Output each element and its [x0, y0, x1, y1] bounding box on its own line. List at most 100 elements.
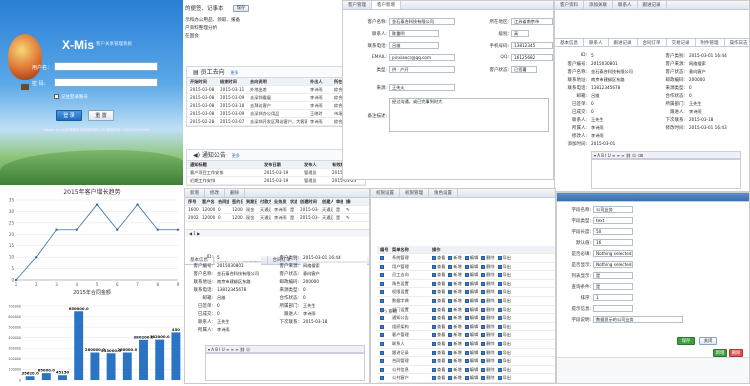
list-detail-right-value[interactable]: 李诗雨 — [301, 311, 367, 317]
perm-tab-2[interactable]: 角色设置 — [429, 189, 458, 197]
perm-op-checkbox[interactable] — [497, 367, 502, 372]
staff-row[interactable]: 2015-03-082015-03-11外地出差李诗雨综合办公室 — [187, 86, 365, 94]
staff-row[interactable]: 2015-03-082015-03-09去深圳看展李诗雨综合办公室 — [187, 94, 365, 102]
perm-op-checkbox[interactable] — [448, 307, 453, 312]
list-detail-right-value[interactable]: 网络搜索 — [301, 263, 367, 269]
perm-row[interactable]: 员工去向 查看 新增 编辑 删除 导出 — [377, 271, 555, 280]
perm-op-checkbox[interactable] — [464, 281, 469, 286]
perm-op-checkbox[interactable] — [497, 350, 502, 355]
list-row[interactable]: 2002612000012000现金天通汇李诗雨是2015-03-12天通汇是✎ — [185, 214, 369, 222]
perm-tab-0[interactable]: 权限设置 — [371, 189, 400, 197]
perm-op-checkbox[interactable] — [497, 298, 502, 303]
list-detail-value[interactable]: 5 — [215, 255, 261, 261]
list-detail-right-value[interactable]: 0 — [301, 287, 367, 293]
subtab-1[interactable]: 联系人 — [584, 39, 609, 46]
type-select[interactable]: 供 · 户开 — [389, 66, 455, 73]
perm-row-checkbox[interactable] — [380, 281, 384, 286]
perm-row[interactable]: 合同管理 查看 新增 编辑 删除 导出 — [377, 357, 555, 366]
perm-op-checkbox[interactable] — [432, 298, 436, 303]
perm-op-checkbox[interactable] — [432, 350, 436, 355]
perm-op-checkbox[interactable] — [432, 264, 436, 269]
password-input[interactable] — [54, 78, 158, 87]
perm-op-checkbox[interactable] — [448, 324, 453, 329]
list-detail-value[interactable]: 吕维 — [215, 295, 261, 301]
perm-cell-check[interactable] — [377, 349, 389, 357]
detail-field-value[interactable]: 2015-03-01 — [589, 141, 639, 147]
perm-op-checkbox[interactable] — [448, 256, 453, 260]
footer-delete-button[interactable]: 删除 — [729, 349, 743, 357]
perm-row[interactable]: 数据字典 查看 新增 编辑 删除 导出 — [377, 297, 555, 306]
reset-button[interactable]: 重 置 — [88, 110, 114, 121]
detail-field-value[interactable]: 吕维 — [589, 93, 639, 99]
detail-right-value[interactable]: 200000 — [687, 77, 747, 83]
field-save-button[interactable]: 保存 — [677, 337, 695, 345]
perm-row[interactable]: 客户管理 查看 新增 编辑 删除 导出 — [377, 331, 555, 340]
form2-input[interactable]: Nothing selected — [593, 250, 633, 257]
list-detail-value[interactable]: 王先生 — [215, 319, 261, 325]
perm-op-checkbox[interactable] — [481, 367, 486, 372]
perm-row[interactable]: 系统管理 查看 新增 编辑 删除 导出 — [377, 254, 555, 263]
list-detail-value[interactable]: 0 — [215, 303, 261, 309]
tab-detail-1[interactable]: 添加关联 — [584, 1, 613, 9]
email-input[interactable]: pinxiaocr@qq.com — [389, 54, 455, 61]
field-close-button[interactable]: 关闭 — [699, 337, 717, 345]
perm-row[interactable]: 公共信息 查看 新增 编辑 删除 导出 — [377, 366, 555, 375]
perm-row-checkbox[interactable] — [380, 316, 384, 321]
contact-input[interactable]: 陈重明 — [389, 30, 439, 37]
list-detail-value[interactable]: 南京市建邺区东路 — [215, 279, 261, 285]
remember-checkbox[interactable] — [54, 94, 59, 99]
perm-op-checkbox[interactable] — [432, 281, 436, 286]
form2-input[interactable]: 数据显示的公司业务 — [593, 316, 683, 323]
perm-row-checkbox[interactable] — [380, 290, 384, 295]
staff-row[interactable]: 2015-03-08 2015-03-09 去深圳办公用品 王晓玲 市场部 — [187, 110, 365, 118]
detail-right-value[interactable]: 0 — [687, 85, 747, 91]
perm-op-checkbox[interactable] — [464, 350, 469, 355]
login-button[interactable]: 登 录 — [56, 110, 82, 121]
form2-input[interactable]: text — [593, 217, 633, 224]
detail-field-value[interactable]: 0 — [589, 109, 639, 115]
perm-op-checkbox[interactable] — [481, 256, 486, 260]
staff-more-link[interactable]: 更多 — [231, 70, 239, 75]
perm-op-checkbox[interactable] — [448, 350, 453, 355]
list-detail-value[interactable]: 李诗雨 — [215, 327, 261, 333]
perm-cell-check[interactable] — [377, 366, 389, 374]
list-row[interactable]: 1600012000012000现金天通汇李诗雨是2015-03-16天通汇是✎ — [185, 206, 369, 214]
detail-right-value[interactable]: 2015-03-01 16:43 — [687, 125, 747, 131]
detail-field-value[interactable]: 13812345678 — [589, 85, 639, 91]
detail-field-value[interactable]: 0 — [589, 101, 639, 107]
list-detail-right-value[interactable]: 王先生 — [301, 303, 367, 309]
perm-op-checkbox[interactable] — [432, 307, 436, 312]
perm-op-checkbox[interactable] — [448, 341, 453, 346]
tab-detail-3[interactable]: 跟进记录 — [638, 1, 667, 9]
detail-right-value[interactable]: 李诗雨 — [687, 109, 747, 115]
perm-row-checkbox[interactable] — [380, 333, 384, 338]
perm-op-checkbox[interactable] — [481, 324, 486, 329]
perm-row[interactable]: 组织架构 查看 新增 编辑 删除 导出 — [377, 323, 555, 332]
perm-row-checkbox[interactable] — [380, 256, 384, 260]
list-edit-button[interactable]: 修改 — [205, 189, 225, 197]
remark-textarea[interactable]: 经过沟通，或已完事到时大 — [389, 98, 549, 132]
username-input[interactable] — [54, 62, 158, 71]
perm-cell-check[interactable] — [377, 263, 389, 271]
subtab-2[interactable]: 跟进记录 — [609, 39, 638, 46]
perm-op-checkbox[interactable] — [481, 307, 486, 312]
subtab-3[interactable]: 合同订单 — [638, 39, 667, 46]
list-delete-button[interactable]: 删除 — [225, 189, 245, 197]
list-add-button[interactable]: 新增 — [185, 189, 205, 197]
perm-op-checkbox[interactable] — [432, 316, 436, 321]
subtab-0[interactable]: 基本信息 — [555, 39, 584, 46]
detail-right-value[interactable]: 0 — [687, 93, 747, 99]
perm-row-checkbox[interactable] — [380, 350, 384, 355]
perm-op-checkbox[interactable] — [497, 307, 502, 312]
staff-row[interactable]: 2015-02-28 2015-03-07 去深圳开发区拜访客户，大客客需求确认与报… — [187, 118, 365, 126]
note-save-button[interactable]: 保存 — [233, 5, 249, 12]
perm-tab-1[interactable]: 权限管理 — [400, 189, 429, 197]
perm-cell-check[interactable] — [377, 271, 389, 279]
perm-op-checkbox[interactable] — [448, 316, 453, 321]
staff-row[interactable]: 2015-03-082015-03-18去拜访客户李诗雨综合办公室 — [187, 102, 365, 110]
detail-field-value[interactable]: 王先生 — [589, 117, 639, 123]
perm-row[interactable]: 用户管理 查看 新增 编辑 删除 导出 — [377, 263, 555, 272]
perm-row[interactable]: 通知公告 查看 新增 编辑 删除 导出 — [377, 314, 555, 323]
perm-op-checkbox[interactable] — [481, 376, 486, 381]
tab-customer-manage[interactable]: 客户管理 — [343, 1, 372, 9]
